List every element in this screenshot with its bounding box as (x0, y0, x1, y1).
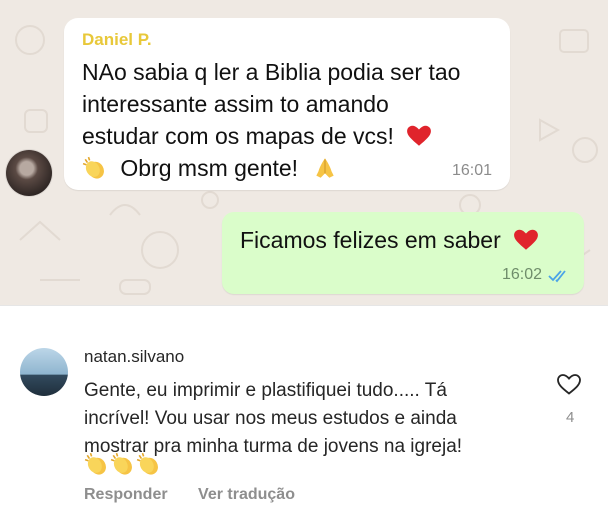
folded-hands-icon (316, 158, 335, 178)
message-line: NAo sabia q ler a Biblia podia ser tao (82, 59, 461, 85)
whatsapp-chat-area: Daniel P. NAo sabia q ler a Biblia podia… (0, 0, 608, 305)
incoming-message-text: NAo sabia q ler a Biblia podia ser tao i… (82, 56, 502, 184)
message-line: interessante assim to amando (82, 91, 389, 117)
red-heart-icon (407, 125, 432, 146)
red-heart-icon (514, 229, 539, 250)
double-check-read-icon (548, 270, 566, 283)
outgoing-message-time: 16:02 (501, 266, 542, 283)
reply-link[interactable]: Responder (84, 486, 168, 503)
commenter-avatar[interactable] (20, 348, 68, 396)
message-line: estudar com os mapas de vcs! (82, 120, 502, 152)
clapping-hands-icon (82, 156, 104, 179)
incoming-message-bubble[interactable]: Daniel P. NAo sabia q ler a Biblia podia… (64, 18, 510, 190)
comment-actions: Responder Ver tradução (84, 486, 321, 504)
clapping-hands-icon (136, 452, 158, 475)
heart-outline-icon[interactable] (556, 372, 582, 396)
like-count: 4 (566, 409, 575, 426)
comment-username[interactable]: natan.silvano (84, 347, 184, 367)
comment-line: Gente, eu imprimir e plastifiquei tudo..… (84, 380, 447, 401)
comment-text: Gente, eu imprimir e plastifiquei tudo..… (84, 377, 524, 461)
comment-line: incrível! Vou usar nos meus estudos e ai… (84, 408, 457, 429)
message-line: Obrg msm gente! (82, 152, 502, 184)
comment-emoji-row (84, 451, 162, 477)
clapping-hands-icon (110, 452, 132, 475)
outgoing-message-bubble[interactable]: Ficamos felizes em saber 16:02 (222, 212, 584, 294)
message-line-text: Obrg msm gente! (120, 155, 299, 181)
sender-avatar[interactable] (6, 150, 52, 196)
section-divider (0, 305, 608, 306)
incoming-message-time: 16:01 (451, 162, 492, 179)
sender-name: Daniel P. (82, 30, 152, 49)
outgoing-message-text: Ficamos felizes em saber (240, 224, 539, 256)
clapping-hands-icon (84, 452, 106, 475)
message-line-text: estudar com os mapas de vcs! (82, 123, 394, 149)
translate-link[interactable]: Ver tradução (198, 486, 295, 503)
message-line-text: Ficamos felizes em saber (240, 227, 501, 253)
